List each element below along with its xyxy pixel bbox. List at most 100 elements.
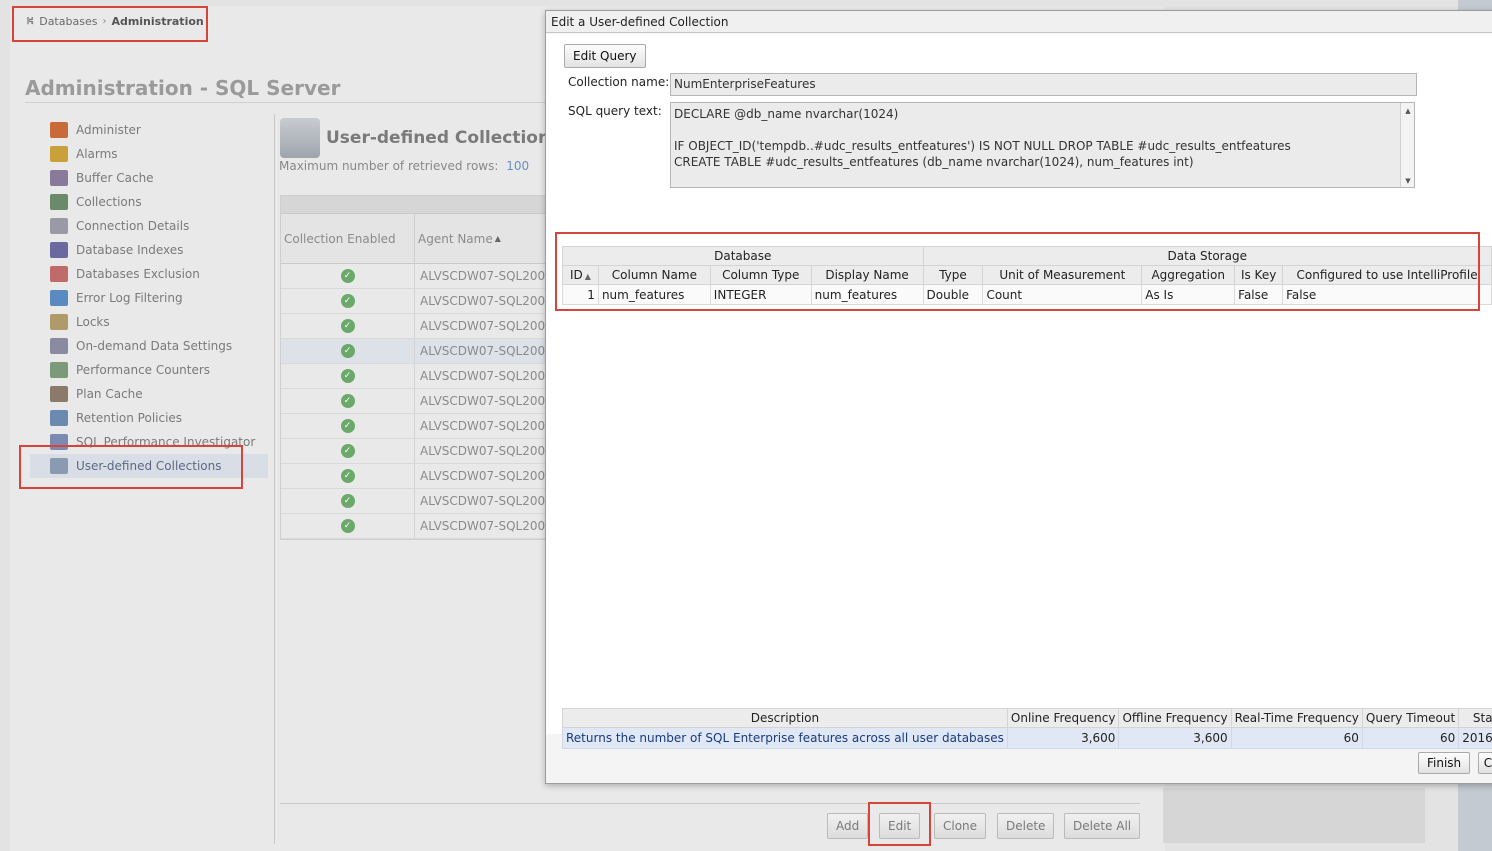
cell-collection-enabled[interactable]: ✓ (281, 489, 415, 513)
cell-aggregation[interactable]: As Is (1141, 284, 1236, 305)
breadcrumb-databases[interactable]: Databases (39, 15, 97, 28)
cell-agent-name[interactable]: ALVSCDW07-SQL2008 (415, 289, 545, 313)
nav-item[interactable]: Alarms (30, 142, 268, 166)
cell-column-type[interactable]: INTEGER (709, 284, 812, 305)
cell-id[interactable]: 1 (562, 284, 599, 305)
cell-collection-enabled[interactable]: ✓ (281, 339, 415, 363)
cell-agent-name[interactable]: ALVSCDW07-SQL2008 (415, 439, 545, 463)
table-row[interactable]: Returns the number of SQL Enterprise fea… (562, 727, 1492, 749)
cell-collection-enabled[interactable]: ✓ (281, 314, 415, 338)
nav-item[interactable]: Error Log Filtering (30, 286, 268, 310)
col-is-key[interactable]: Is Key (1234, 265, 1284, 285)
cell-agent-name[interactable]: ALVSCDW07-SQL2008 (415, 364, 545, 388)
finish-button[interactable]: Finish (1418, 752, 1471, 774)
col-unit[interactable]: Unit of Measurement (982, 265, 1143, 285)
cell-start-time[interactable]: 2016-09-09 (1458, 727, 1492, 749)
cell-realtime-frequency[interactable]: 60 (1230, 727, 1363, 749)
nav-item[interactable]: Connection Details (30, 214, 268, 238)
max-rows-link[interactable]: 100 (506, 159, 529, 173)
col-column-name[interactable]: Column Name (597, 265, 711, 285)
table-row[interactable]: ✓ ALVSCDW07-SQL2008 (281, 364, 545, 389)
cell-intelliprofile[interactable]: False (1282, 284, 1492, 305)
edit-button[interactable]: Edit (879, 813, 921, 839)
cell-type[interactable]: Double (922, 284, 984, 305)
cell-collection-enabled[interactable]: ✓ (281, 464, 415, 488)
cell-agent-name[interactable]: ALVSCDW07-SQL2008 (415, 339, 545, 363)
cell-agent-name[interactable]: ALVSCDW07-SQL2008 (415, 514, 545, 538)
nav-item[interactable]: Performance Counters (30, 358, 268, 382)
cell-collection-enabled[interactable]: ✓ (281, 364, 415, 388)
delete-button[interactable]: Delete (997, 813, 1055, 839)
nav-item[interactable]: Locks (30, 310, 268, 334)
nav-item-label: User-defined Collections (76, 459, 222, 473)
col-display-name[interactable]: Display Name (810, 265, 924, 285)
user-defined-collections-icon (280, 118, 320, 158)
table-row[interactable]: ✓ ALVSCDW07-SQL2008 (281, 289, 545, 314)
col-column-type[interactable]: Column Type (709, 265, 812, 285)
cell-agent-name[interactable]: ALVSCDW07-SQL2008 (415, 264, 545, 288)
cell-unit[interactable]: Count (982, 284, 1143, 305)
cell-collection-enabled[interactable]: ✓ (281, 414, 415, 438)
cell-agent-name[interactable]: ALVSCDW07-SQL2008 (415, 414, 545, 438)
cell-agent-name[interactable]: ALVSCDW07-SQL2008 (415, 489, 545, 513)
nav-item[interactable]: Databases Exclusion (30, 262, 268, 286)
table-row[interactable]: ✓ ALVSCDW07-SQL2008 (281, 489, 545, 514)
delete-all-button[interactable]: Delete All (1064, 813, 1141, 839)
cell-collection-enabled[interactable]: ✓ (281, 514, 415, 538)
nav-item[interactable]: On-demand Data Settings (30, 334, 268, 358)
col-offline-frequency[interactable]: Offline Frequency (1118, 708, 1232, 728)
nav-item[interactable]: Plan Cache (30, 382, 268, 406)
cell-agent-name[interactable]: ALVSCDW07-SQL2008 (415, 389, 545, 413)
col-intelliprofile[interactable]: Configured to use IntelliProfile (1282, 265, 1492, 285)
databases-root-icon[interactable]: ⛕ (26, 14, 34, 29)
cell-column-name[interactable]: num_features (597, 284, 711, 305)
cell-agent-name[interactable]: ALVSCDW07-SQL2008 (415, 464, 545, 488)
nav-item[interactable]: Administer (30, 118, 268, 142)
nav-item[interactable]: Retention Policies (30, 406, 268, 430)
nav-item[interactable]: Buffer Cache (30, 166, 268, 190)
nav-item[interactable]: Database Indexes (30, 238, 268, 262)
col-type[interactable]: Type (922, 265, 984, 285)
col-agent-name[interactable]: Agent Name ▲ (415, 214, 545, 263)
clone-button[interactable]: Clone (934, 813, 987, 839)
cell-description[interactable]: Returns the number of SQL Enterprise fea… (562, 727, 1008, 749)
cell-display-name[interactable]: num_features (810, 284, 924, 305)
nav-item[interactable]: SQL Performance Investigator (30, 430, 268, 454)
collection-name-field[interactable]: NumEnterpriseFeatures (670, 73, 1417, 96)
col-start-time[interactable]: Start Tir (1458, 708, 1492, 728)
table-row[interactable]: ✓ ALVSCDW07-SQL2008 (281, 264, 545, 289)
scroll-down-icon[interactable]: ▼ (1401, 177, 1415, 185)
nav-item[interactable]: User-defined Collections (30, 454, 268, 478)
table-row[interactable]: ✓ ALVSCDW07-SQL2008 (281, 439, 545, 464)
nav-item[interactable]: Collections (30, 190, 268, 214)
cell-collection-enabled[interactable]: ✓ (281, 389, 415, 413)
table-row[interactable]: ✓ ALVSCDW07-SQL2008 (281, 389, 545, 414)
edit-query-button[interactable]: Edit Query (564, 44, 646, 68)
cancel-button[interactable]: C (1478, 752, 1492, 774)
col-query-timeout[interactable]: Query Timeout (1361, 708, 1460, 728)
cell-collection-enabled[interactable]: ✓ (281, 289, 415, 313)
cell-agent-name[interactable]: ALVSCDW07-SQL2008 (415, 314, 545, 338)
table-row[interactable]: ✓ ALVSCDW07-SQL2008 (281, 464, 545, 489)
cell-is-key[interactable]: False (1234, 284, 1284, 305)
cell-collection-enabled[interactable]: ✓ (281, 264, 415, 288)
table-row[interactable]: ✓ ALVSCDW07-SQL2008 (281, 414, 545, 439)
col-description[interactable]: Description (562, 708, 1008, 728)
table-row[interactable]: ✓ ALVSCDW07-SQL2008 (281, 339, 545, 364)
table-row[interactable]: ✓ ALVSCDW07-SQL2008 (281, 314, 545, 339)
table-row[interactable]: ✓ ALVSCDW07-SQL2008 (281, 514, 545, 539)
table-row[interactable]: 1 num_features INTEGER num_features Doub… (562, 284, 1492, 305)
sql-query-textarea[interactable]: DECLARE @db_name nvarchar(1024) IF OBJEC… (670, 102, 1415, 188)
col-realtime-frequency[interactable]: Real-Time Frequency (1230, 708, 1363, 728)
col-id[interactable]: ID ▲ (562, 265, 599, 285)
scroll-up-icon[interactable]: ▲ (1401, 107, 1415, 115)
cell-collection-enabled[interactable]: ✓ (281, 439, 415, 463)
col-online-frequency[interactable]: Online Frequency (1006, 708, 1120, 728)
col-collection-enabled[interactable]: Collection Enabled (281, 214, 415, 263)
cell-online-frequency[interactable]: 3,600 (1006, 727, 1120, 749)
sql-scrollbar[interactable]: ▲ ▼ (1400, 103, 1414, 187)
col-aggregation[interactable]: Aggregation (1141, 265, 1236, 285)
add-button[interactable]: Add (827, 813, 869, 839)
cell-query-timeout[interactable]: 60 (1361, 727, 1460, 749)
cell-offline-frequency[interactable]: 3,600 (1118, 727, 1232, 749)
